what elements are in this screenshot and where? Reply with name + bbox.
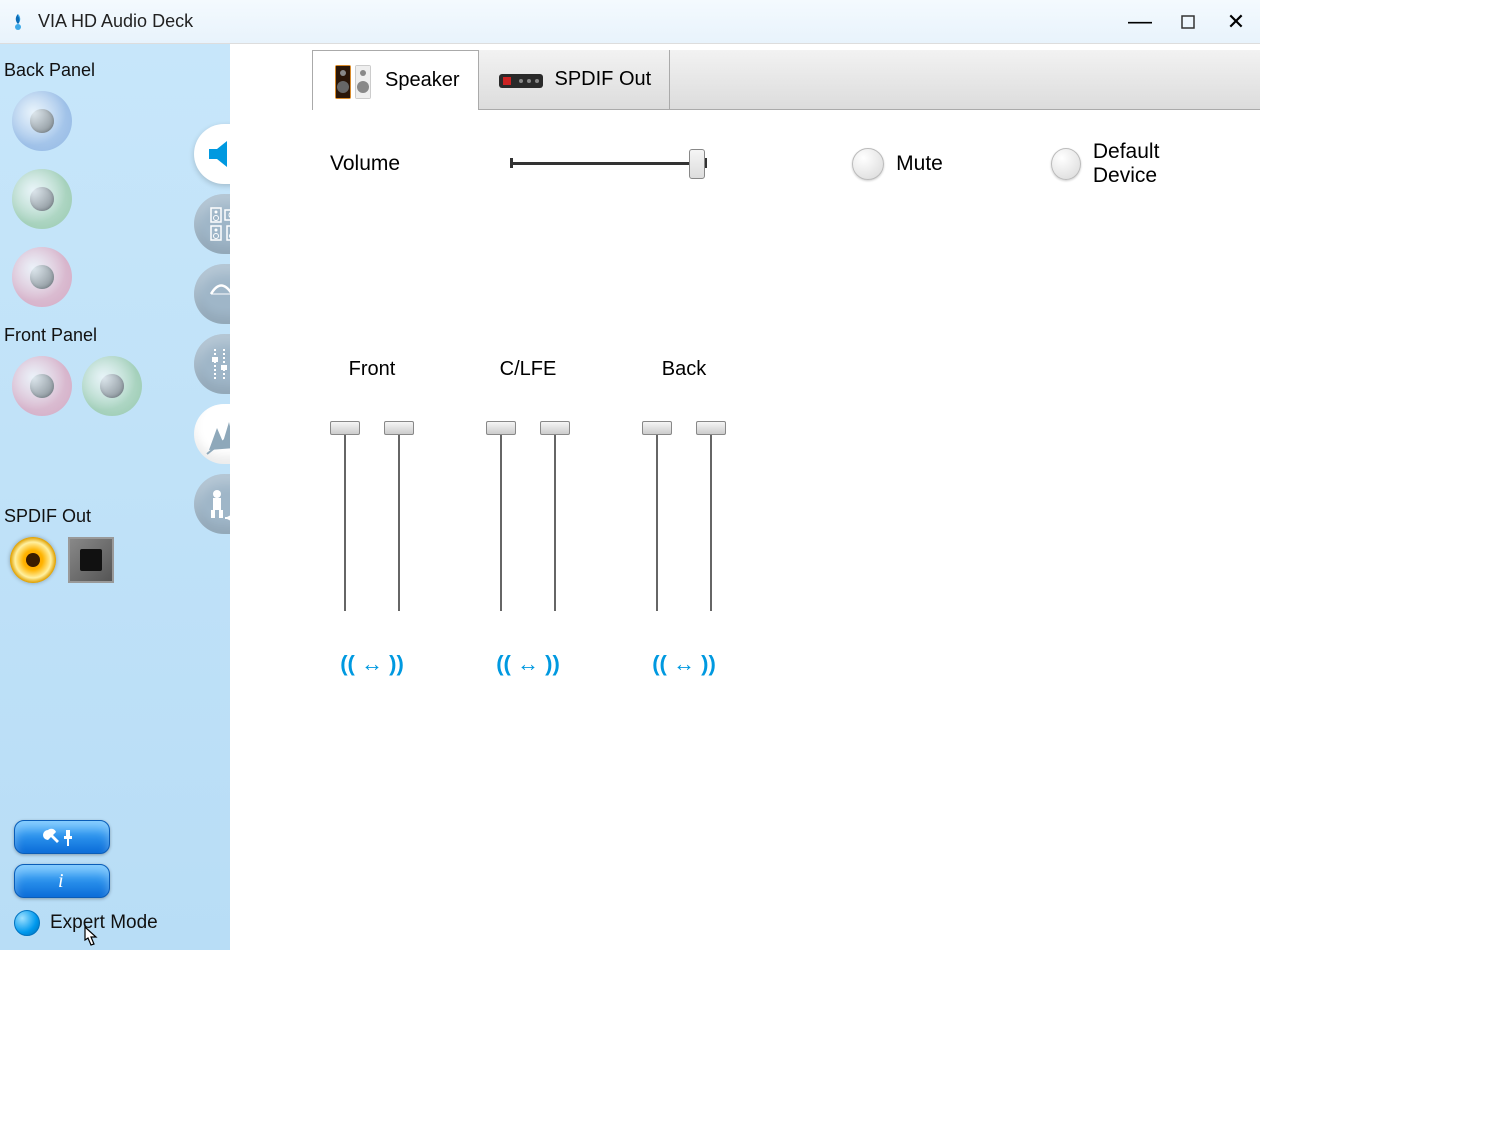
device-tab-spdif[interactable]: SPDIF Out [479,50,671,109]
front-jack-mic[interactable] [12,356,72,416]
left-panel: Back Panel Front Panel SPDIF Out i [0,44,230,950]
mute-label: Mute [896,152,943,176]
default-device-label: Default Device [1093,140,1220,188]
window-close-button[interactable]: ✕ [1212,0,1260,44]
channel-clfe: C/LFE (( ↔ )) [486,358,570,677]
back-panel-heading: Back Panel [4,60,230,81]
channel-back-right-slider[interactable] [696,421,726,611]
tools-button[interactable] [14,820,110,854]
window-title: VIA HD Audio Deck [38,11,193,32]
device-tab-spdif-label: SPDIF Out [555,68,652,91]
window-maximize-button[interactable] [1164,0,1212,44]
spdif-coaxial-jack[interactable] [10,537,56,583]
info-button[interactable]: i [14,864,110,898]
channel-front-label: Front [349,358,396,381]
channel-sliders: Front (( ↔ )) C/LFE (( ↔ )) [330,358,1220,677]
channel-front-right-slider[interactable] [384,421,414,611]
front-jack-headphone[interactable] [82,356,142,416]
expert-mode-label: Expert Mode [50,912,158,934]
titlebar: VIA HD Audio Deck — ✕ [0,0,1260,44]
expert-mode-indicator [14,910,40,936]
speaker-icon [331,59,375,103]
mute-radio[interactable]: Mute [852,148,943,180]
main-area: Speaker SPDIF Out Volume Mute [230,44,1260,950]
device-tab-speaker[interactable]: Speaker [312,50,479,110]
info-icon: i [50,869,74,893]
channel-front-left-slider[interactable] [330,421,360,611]
channel-back-link-button[interactable]: (( ↔ )) [652,651,716,677]
back-jack-line-in[interactable] [12,91,72,151]
tools-icon [40,826,84,848]
svg-text:i: i [58,870,64,892]
spdif-optical-jack[interactable] [68,537,114,583]
spdif-device-icon [497,66,545,94]
channel-back-left-slider[interactable] [642,421,672,611]
back-jack-mic[interactable] [12,247,72,307]
app-icon [6,10,30,34]
channel-clfe-link-button[interactable]: (( ↔ )) [496,651,560,677]
window-minimize-button[interactable]: — [1116,0,1164,44]
expert-mode-toggle[interactable]: Expert Mode [14,910,158,936]
device-tab-speaker-label: Speaker [385,69,460,92]
master-volume-thumb[interactable] [689,149,705,179]
channel-front: Front (( ↔ )) [330,358,414,677]
volume-label: Volume [330,152,470,176]
cursor-icon [79,926,103,960]
master-volume-slider[interactable] [510,152,707,176]
device-tabs: Speaker SPDIF Out [312,50,1260,110]
channel-center-slider[interactable] [486,421,516,611]
channel-back: Back (( ↔ )) [642,358,726,677]
channel-back-label: Back [662,358,706,381]
back-jack-line-out[interactable] [12,169,72,229]
channel-clfe-label: C/LFE [500,358,557,381]
channel-lfe-slider[interactable] [540,421,570,611]
channel-front-link-button[interactable]: (( ↔ )) [340,651,404,677]
default-device-radio[interactable]: Default Device [1051,140,1220,188]
